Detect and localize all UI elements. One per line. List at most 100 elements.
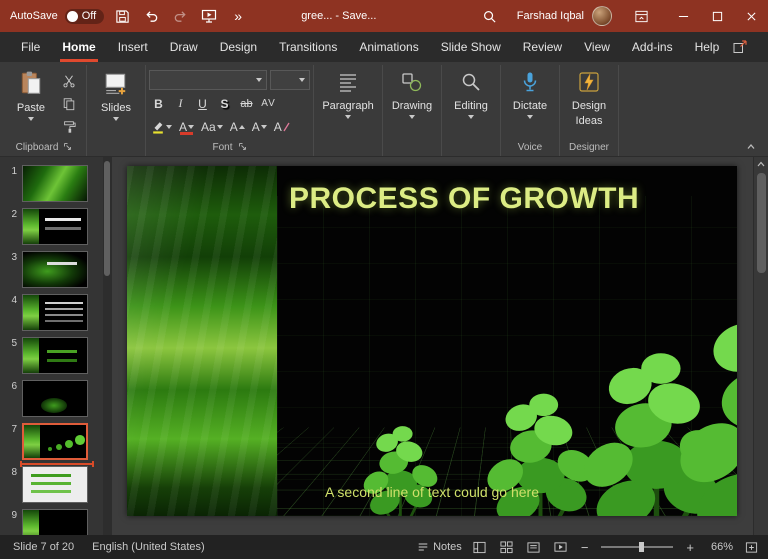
vertical-scrollbar-thumb[interactable] [756,173,766,273]
search-icon[interactable] [479,3,501,29]
notes-button[interactable]: Notes [417,541,462,553]
slide-row-8[interactable]: 8 [4,466,112,503]
dictate-button[interactable]: Dictate [504,65,556,139]
vertical-scrollbar[interactable] [753,157,768,535]
clear-formatting-button[interactable]: A [272,117,292,136]
slide-row-7-selected[interactable]: 7 [4,423,112,460]
tab-add-ins[interactable]: Add-ins [621,32,684,62]
drawing-label: Drawing [391,100,433,113]
tab-transitions[interactable]: Transitions [268,32,348,62]
paste-button[interactable]: Paste [5,65,57,139]
slide-thumbnail[interactable] [22,208,88,245]
tab-insert[interactable]: Insert [107,32,159,62]
slide-thumbnail-selected[interactable] [22,423,88,460]
tab-design[interactable]: Design [209,32,268,62]
slide-thumbnail[interactable] [22,165,88,202]
font-dialog-launcher-icon[interactable] [238,142,247,154]
decrease-font-size-button[interactable]: A [250,117,269,136]
design-ideas-button[interactable]: Design Ideas [563,65,615,139]
increase-font-size-button[interactable]: A [228,117,247,136]
slide-editing-surface[interactable]: PROCESS OF GROWTH A second line of text … [127,166,737,516]
save-icon[interactable] [111,3,133,29]
tab-file[interactable]: File [10,32,51,62]
autosave-toggle[interactable]: Off [64,8,105,24]
reading-view-icon[interactable] [525,539,543,555]
change-case-button[interactable]: Aa [199,117,225,136]
minimize-button[interactable] [666,0,700,32]
font-color-button[interactable]: A [177,117,196,136]
text-shadow-button[interactable]: S [215,94,234,113]
slide-title-text[interactable]: PROCESS OF GROWTH [289,182,735,216]
start-slideshow-icon[interactable] [198,3,220,29]
tab-animations[interactable]: Animations [348,32,429,62]
highlight-color-button[interactable] [149,117,174,136]
scroll-up-arrow-icon[interactable] [754,157,768,171]
ribbon-display-options-icon[interactable] [630,3,652,29]
user-name[interactable]: Farshad Iqbal [517,10,584,22]
panel-scrollbar[interactable] [103,157,112,535]
slideshow-view-icon[interactable] [552,539,570,555]
underline-button[interactable]: U [193,94,212,113]
copy-icon[interactable] [59,95,79,113]
slide-thumbnail[interactable] [22,251,88,288]
slide-row-1[interactable]: 1 [4,165,112,202]
slide-caption-text[interactable]: A second line of text could go here [127,484,737,500]
font-combo-row [149,70,310,90]
zoom-slider[interactable] [601,542,674,552]
maximize-button[interactable] [700,0,734,32]
clipboard-dialog-launcher-icon[interactable] [63,142,72,154]
italic-button[interactable]: I [171,94,190,113]
undo-icon[interactable] [140,3,162,29]
share-icon[interactable] [730,37,750,57]
slide-thumbnail[interactable] [22,466,88,503]
zoom-in-button[interactable]: + [684,540,696,555]
editing-button[interactable]: Editing [445,65,497,139]
user-avatar[interactable] [592,6,612,26]
tab-review[interactable]: Review [512,32,573,62]
fit-slide-to-window-icon[interactable] [742,539,760,555]
clipboard-small-buttons [57,65,83,136]
slide-row-2[interactable]: 2 [4,208,112,245]
slide-row-4[interactable]: 4 [4,294,112,331]
cut-icon[interactable] [59,72,79,90]
slide-thumbnail[interactable] [22,337,88,374]
strikethrough-button[interactable]: ab [237,94,256,113]
paragraph-button[interactable]: Paragraph [317,65,379,139]
format-painter-icon[interactable] [59,118,79,136]
slide-thumbnail[interactable] [22,380,88,417]
paste-label: Paste [16,102,46,115]
slide-row-3[interactable]: 3 [4,251,112,288]
slide-thumbnail[interactable] [22,294,88,331]
slide-number: 5 [11,338,17,349]
drawing-button[interactable]: Drawing [386,65,438,139]
font-size-combo[interactable] [270,70,310,90]
tab-draw[interactable]: Draw [159,32,209,62]
slide-row-6[interactable]: 6 [4,380,112,417]
tab-view[interactable]: View [573,32,621,62]
bold-button[interactable]: B [149,94,168,113]
collapse-ribbon-icon[interactable] [742,139,760,153]
language-indicator[interactable]: English (United States) [83,541,214,553]
tab-help[interactable]: Help [684,32,731,62]
slide-row-5[interactable]: 5 [4,337,112,374]
slide-canvas-area[interactable]: PROCESS OF GROWTH A second line of text … [112,157,753,535]
slide-thumbnail-panel: 1 2 3 4 5 6 7 8 9 [0,157,112,535]
tab-home[interactable]: Home [51,32,106,62]
zoom-slider-knob[interactable] [638,542,644,552]
tab-slide-show[interactable]: Slide Show [430,32,512,62]
font-name-combo[interactable] [149,70,267,90]
zoom-level[interactable]: 66% [705,541,733,553]
slide-sorter-view-icon[interactable] [498,539,516,555]
character-spacing-button[interactable]: AV [259,94,278,113]
panel-scrollbar-thumb[interactable] [104,161,110,276]
slides-button[interactable]: Slides [90,65,142,139]
more-commands-button[interactable]: » [227,3,249,29]
zoom-out-button[interactable]: − [579,540,591,555]
normal-view-icon[interactable] [471,539,489,555]
dictate-caret-icon [527,115,533,120]
slide-thumbnail[interactable] [22,509,88,535]
redo-icon[interactable] [169,3,191,29]
close-button[interactable] [734,0,768,32]
slide-counter[interactable]: Slide 7 of 20 [4,541,83,553]
slide-row-9[interactable]: 9 [4,509,112,535]
